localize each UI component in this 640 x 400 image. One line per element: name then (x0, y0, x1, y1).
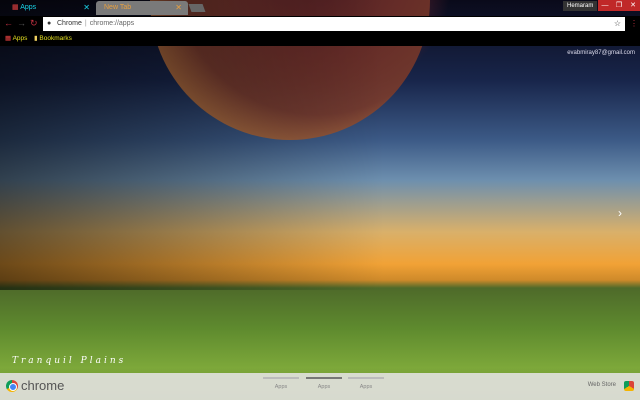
toolbar: ← → ↻ ● Chrome | chrome://apps ☆ ⋮ (0, 16, 640, 32)
restore-button[interactable]: ❐ (612, 0, 626, 11)
bookmark-label: Bookmarks (39, 35, 72, 42)
tab-apps[interactable]: ▦ Apps ✕ (4, 1, 96, 15)
address-bar[interactable]: ● Chrome | chrome://apps ☆ (43, 17, 625, 31)
tab-new-tab[interactable]: New Tab ✕ (96, 1, 188, 15)
footer: chrome Apps Apps Apps Web Store (0, 373, 640, 400)
page-indicator-1[interactable]: Apps (263, 377, 299, 390)
tab-strip: ▦ Apps ✕ New Tab ✕ Hemaram — ❐ ✕ (0, 0, 640, 16)
page-indicator-2[interactable]: Apps (306, 377, 342, 390)
url-text[interactable]: chrome://apps (90, 20, 134, 27)
menu-icon[interactable]: ⋮ (630, 19, 638, 28)
tab-label: New Tab (104, 4, 132, 11)
wallpaper-caption: Tranquil Plains (12, 356, 127, 366)
page-indicator-3[interactable]: Apps (348, 377, 384, 390)
reload-button[interactable]: ↻ (30, 18, 38, 29)
profile-button[interactable]: Hemaram (563, 1, 598, 11)
apps-grid-icon: ▦ (5, 35, 13, 42)
apps-grid-icon: ▦ (12, 4, 21, 11)
tab-label: Apps (20, 4, 37, 11)
back-button[interactable]: ← (4, 18, 13, 28)
site-info-icon[interactable]: ● (47, 17, 51, 31)
bookmark-star-icon[interactable]: ☆ (614, 17, 621, 31)
close-tab-icon[interactable]: ✕ (83, 1, 90, 15)
bookmarks-bar: ▦ Apps ▮ Bookmarks (0, 32, 640, 46)
logo-text: chrome (21, 378, 65, 393)
forward-button[interactable]: → (17, 18, 26, 28)
close-window-button[interactable]: ✕ (626, 0, 640, 11)
bookmark-folder[interactable]: ▮ Bookmarks (34, 32, 72, 46)
page-label: Apps (317, 384, 331, 390)
new-tab-button[interactable] (188, 4, 206, 12)
account-email[interactable]: evabmiray87@gmail.com (567, 50, 635, 56)
page-label: Apps (359, 384, 373, 390)
minimize-button[interactable]: — (598, 0, 612, 11)
page-label: Apps (274, 384, 288, 390)
next-page-arrow-icon[interactable]: › (618, 206, 622, 220)
chrome-logo: chrome (6, 378, 64, 393)
site-label: Chrome (57, 20, 82, 27)
bookmark-apps[interactable]: ▦ Apps (5, 32, 27, 46)
web-store-icon[interactable] (624, 381, 634, 391)
bookmark-label: Apps (12, 35, 28, 42)
chrome-icon (6, 379, 18, 392)
close-tab-icon[interactable]: ✕ (175, 1, 182, 15)
web-store-link[interactable]: Web Store (588, 382, 616, 388)
